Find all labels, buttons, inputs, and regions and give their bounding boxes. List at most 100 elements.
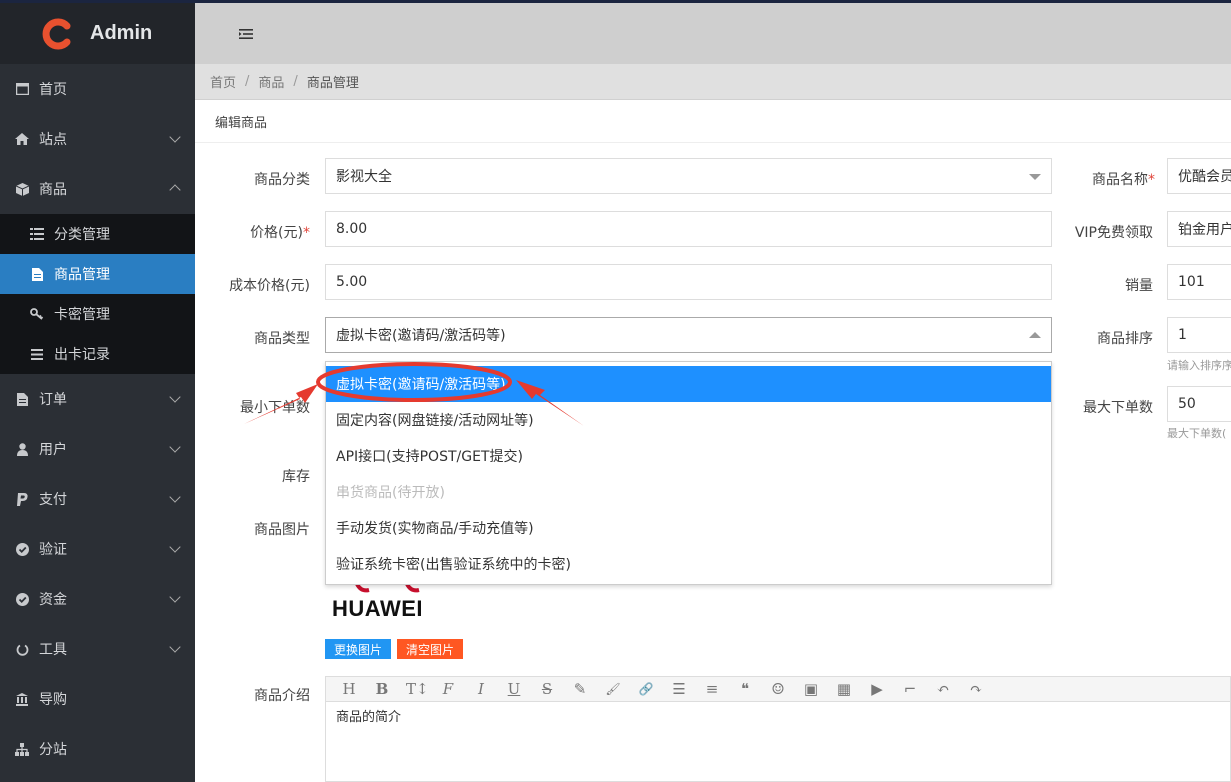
chevron-down-icon (169, 131, 181, 143)
sidebar-item-guide[interactable]: 导购 (0, 674, 195, 724)
intro-label: 商品介绍 (254, 688, 310, 704)
sort-input[interactable]: 1 (1167, 317, 1231, 353)
max-order-value: 50 (1178, 396, 1196, 412)
caret-down-icon (1029, 174, 1041, 180)
redo-icon[interactable]: ↷ (967, 680, 985, 698)
check-circle-icon (15, 592, 29, 606)
emoji-icon[interactable]: ☺ (769, 680, 787, 698)
video-icon[interactable]: ▶ (868, 680, 886, 698)
sidebar-item-label: 首页 (39, 82, 67, 98)
sort-label: 商品排序 (1097, 331, 1153, 347)
breadcrumb: 首页 / 商品 / 商品管理 (195, 64, 1231, 100)
pen-icon[interactable]: ✎ (571, 680, 589, 698)
sitemap-icon (15, 742, 29, 756)
breadcrumb-current: 商品管理 (306, 76, 359, 91)
type-option-verify-card[interactable]: 验证系统卡密(出售验证系统中的卡密) (326, 546, 1051, 582)
align-icon[interactable]: ≡ (703, 680, 721, 698)
type-option-virtual-card[interactable]: 虚拟卡密(邀请码/激活码等) (326, 366, 1051, 402)
clear-image-button[interactable]: 清空图片 (397, 639, 463, 659)
price-label: 价格(元)* (250, 225, 310, 241)
goods-type-dropdown: 虚拟卡密(邀请码/激活码等) 固定内容(网盘链接/活动网址等) API接口(支持… (325, 361, 1052, 585)
max-order-label: 最大下单数 (1083, 400, 1153, 416)
breadcrumb-section[interactable]: 商品 (258, 72, 284, 91)
sales-label: 销量 (1125, 278, 1153, 294)
sidebar-item-label: 出卡记录 (54, 347, 110, 363)
goods-name-value: 优酷会员 (1178, 169, 1231, 185)
price-input[interactable]: 8.00 (325, 211, 1052, 247)
chevron-down-icon (169, 441, 181, 453)
type-option-api[interactable]: API接口(支持POST/GET提交) (326, 438, 1051, 474)
image-icon[interactable]: ▣ (802, 680, 820, 698)
table-icon[interactable]: ▦ (835, 680, 853, 698)
sidebar-item-payment[interactable]: 支付 (0, 474, 195, 524)
huawei-logo-icon (355, 584, 420, 593)
file-icon (15, 392, 29, 406)
sort-value: 1 (1178, 327, 1187, 343)
underline-icon[interactable]: U (505, 680, 523, 698)
type-option-disabled: 串货商品(待开放) (336, 485, 445, 501)
intro-editor[interactable]: 商品的简介 (325, 702, 1231, 782)
brand[interactable]: Admin (0, 3, 195, 64)
sidebar-item-funds[interactable]: 资金 (0, 574, 195, 624)
sidebar-item-site[interactable]: 站点 (0, 114, 195, 164)
huawei-logo-text: HUAWEI (332, 596, 423, 621)
sidebar-item-label: 站点 (39, 132, 67, 148)
sidebar-item-category[interactable]: 分类管理 (0, 214, 195, 254)
link-icon[interactable]: 🔗 (637, 682, 655, 696)
goods-name-label: 商品名称* (1092, 172, 1155, 188)
sidebar-item-card-record[interactable]: 出卡记录 (0, 334, 195, 374)
sidebar-item-users[interactable]: 用户 (0, 424, 195, 474)
top-header (195, 3, 1231, 64)
font-family-icon[interactable]: F (439, 680, 457, 698)
sidebar-item-verify[interactable]: 验证 (0, 524, 195, 574)
user-icon (15, 442, 29, 456)
type-option-manual[interactable]: 手动发货(实物商品/手动充值等) (326, 510, 1051, 546)
sidebar-item-label: 资金 (39, 592, 67, 608)
font-size-icon[interactable]: T↕ (406, 680, 429, 698)
quote-icon[interactable]: ❝ (736, 680, 754, 698)
paypal-icon (15, 492, 29, 506)
editor-toolbar: H B T↕ F I U S ✎ 🖌 🔗 ☰ ≡ ❝ ☺ ▣ ▦ ▶ ⌐ ↶ ↷ (325, 676, 1231, 702)
bold-icon[interactable]: B (373, 680, 391, 698)
sidebar-item-goods-manage[interactable]: 商品管理 (0, 254, 195, 294)
sales-input[interactable]: 101 (1167, 264, 1231, 300)
code-icon[interactable]: ⌐ (901, 680, 919, 698)
chevron-down-icon (169, 391, 181, 403)
chevron-up-icon (169, 184, 181, 196)
min-order-label: 最小下单数 (240, 400, 310, 416)
goods-image-preview: HUAWEI (325, 584, 444, 626)
max-order-input[interactable]: 50 (1167, 386, 1231, 422)
goods-name-input[interactable]: 优酷会员 (1167, 158, 1231, 194)
breadcrumb-separator: / (245, 74, 250, 89)
italic-icon[interactable]: I (472, 680, 490, 698)
strikethrough-icon[interactable]: S (538, 680, 556, 698)
cost-price-input[interactable]: 5.00 (325, 264, 1052, 300)
sidebar-item-card-secret[interactable]: 卡密管理 (0, 294, 195, 334)
sidebar-item-home[interactable]: 首页 (0, 64, 195, 114)
breadcrumb-separator: / (293, 74, 298, 89)
sidebar-item-label: 商品管理 (54, 267, 110, 283)
heading-icon[interactable]: H (340, 680, 358, 698)
undo-icon[interactable]: ↶ (934, 680, 952, 698)
sidebar-item-goods[interactable]: 商品 (0, 164, 195, 214)
cube-icon (15, 182, 29, 196)
list-icon[interactable]: ☰ (670, 680, 688, 698)
list-icon (30, 227, 44, 241)
type-option-fixed-content[interactable]: 固定内容(网盘链接/活动网址等) (326, 402, 1051, 438)
brush-icon[interactable]: 🖌 (604, 682, 622, 696)
caret-up-icon (1029, 332, 1041, 338)
goods-type-value: 虚拟卡密(邀请码/激活码等) (336, 328, 506, 344)
sidebar-item-orders[interactable]: 订单 (0, 374, 195, 424)
goods-type-select[interactable]: 虚拟卡密(邀请码/激活码等) (325, 317, 1052, 353)
vip-free-select[interactable]: 铂金用户 (1167, 211, 1231, 247)
sidebar-item-label: 用户 (39, 442, 67, 458)
sidebar-item-label: 导购 (39, 692, 67, 708)
sidebar-item-tools[interactable]: 工具 (0, 624, 195, 674)
category-select[interactable]: 影视大全 (325, 158, 1052, 194)
sidebar-item-label: 支付 (39, 492, 67, 508)
menu-toggle-icon[interactable] (239, 29, 253, 39)
sidebar-item-substation[interactable]: 分站 (0, 724, 195, 774)
breadcrumb-home[interactable]: 首页 (210, 72, 236, 91)
window-icon (15, 82, 29, 96)
change-image-button[interactable]: 更换图片 (325, 639, 391, 659)
